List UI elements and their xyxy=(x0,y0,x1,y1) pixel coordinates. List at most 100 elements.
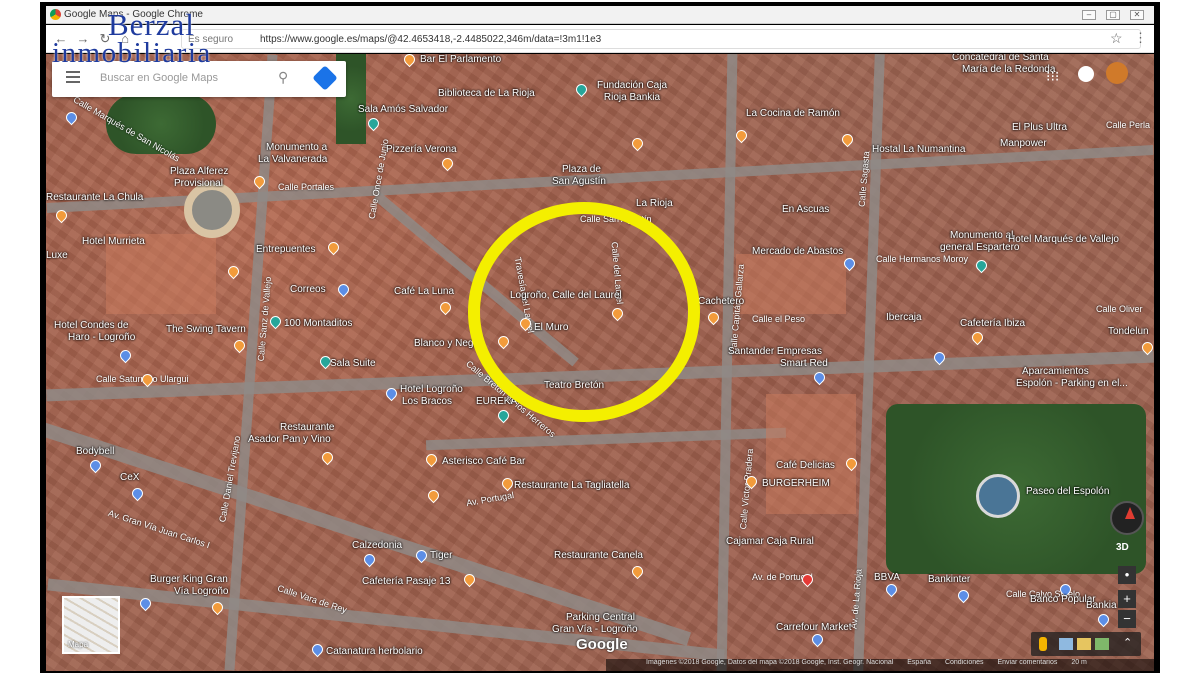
place-label[interactable]: Parking Central xyxy=(566,612,635,623)
layers-bar[interactable]: ⌃ xyxy=(1031,632,1141,656)
camera-icon[interactable] xyxy=(1078,66,1094,82)
place-pin-icon[interactable] xyxy=(319,449,336,466)
place-label[interactable]: Hotel Marqués de Vallejo xyxy=(1008,234,1119,245)
place-label[interactable]: Santander Empresas xyxy=(728,346,822,357)
place-label[interactable]: Hostal La Numantina xyxy=(872,144,965,155)
directions-icon[interactable] xyxy=(312,65,338,91)
place-pin-icon[interactable] xyxy=(267,313,284,330)
place-pin-icon[interactable] xyxy=(955,587,972,604)
place-label[interactable]: Hotel Murrieta xyxy=(82,236,145,247)
satellite-map[interactable]: Calle Marqués de San Nicolás Calle Porta… xyxy=(46,54,1154,671)
expand-icon[interactable]: ⌃ xyxy=(1123,636,1132,649)
place-pin-icon[interactable] xyxy=(425,487,442,504)
place-pin-icon[interactable] xyxy=(573,81,590,98)
place-pin-icon[interactable] xyxy=(705,309,722,326)
place-label[interactable]: Restaurante La Chula xyxy=(46,192,143,203)
place-label[interactable]: Cajamar Caja Rural xyxy=(726,536,814,547)
place-label[interactable]: Haro - Logroño xyxy=(68,332,135,343)
place-label[interactable]: Restaurante Canela xyxy=(554,550,643,561)
country-link[interactable]: España xyxy=(907,659,931,666)
place-label[interactable]: Cafetería Pasaje 13 xyxy=(362,576,450,587)
place-label[interactable]: Bankia xyxy=(1086,600,1117,611)
place-label[interactable]: Ibercaja xyxy=(886,312,922,323)
place-label[interactable]: Cachetero xyxy=(698,296,744,307)
place-pin-icon[interactable] xyxy=(361,551,378,568)
place-label[interactable]: Los Bracos xyxy=(402,396,452,407)
layer-thumb[interactable] xyxy=(1059,638,1073,650)
place-label[interactable]: Plaza Alferez xyxy=(170,166,228,177)
place-pin-icon[interactable] xyxy=(809,631,826,648)
place-label[interactable]: Catanatura herbolario xyxy=(326,646,423,657)
search-input[interactable]: Buscar en Google Maps xyxy=(100,72,218,84)
place-label[interactable]: Mercado de Abastos xyxy=(752,246,843,257)
place-label[interactable]: Pizzería Verona xyxy=(386,144,457,155)
place-pin-icon[interactable] xyxy=(437,299,454,316)
place-label[interactable]: Burger King Gran xyxy=(150,574,228,585)
pegman-icon[interactable] xyxy=(1039,637,1047,651)
place-label[interactable]: Café La Luna xyxy=(394,286,454,297)
place-label[interactable]: María de la Redonda xyxy=(962,64,1055,75)
place-label[interactable]: Plaza de xyxy=(562,164,601,175)
place-label[interactable]: Manpower xyxy=(1000,138,1047,149)
layer-thumb[interactable] xyxy=(1095,638,1109,650)
place-label[interactable]: Luxe xyxy=(46,250,68,261)
place-label[interactable]: BBVA xyxy=(874,572,900,583)
place-label[interactable]: Bodybell xyxy=(76,446,114,457)
place-pin-icon[interactable] xyxy=(629,563,646,580)
place-pin-icon[interactable] xyxy=(335,281,352,298)
place-label[interactable]: Provisional xyxy=(174,178,223,189)
place-pin-icon[interactable] xyxy=(969,329,986,346)
avatar[interactable] xyxy=(1106,62,1128,84)
close-button[interactable]: ✕ xyxy=(1130,10,1144,20)
place-label[interactable]: Hotel Condes de xyxy=(54,320,129,331)
place-label[interactable]: Espolón - Parking en el... xyxy=(1016,378,1128,389)
place-pin-icon[interactable] xyxy=(225,263,242,280)
place-label[interactable]: Cafetería Ibiza xyxy=(960,318,1025,329)
tilt-3d-button[interactable]: 3D xyxy=(1116,542,1129,553)
place-label[interactable]: The Swing Tavern xyxy=(166,324,246,335)
place-label[interactable]: Paseo del Espolón xyxy=(1026,486,1109,497)
place-label[interactable]: Sala Amós Salvador xyxy=(358,104,448,115)
place-label[interactable]: Fundación Caja Rioja Bankia xyxy=(592,80,672,104)
place-label[interactable]: La Cocina de Ramón xyxy=(746,108,840,119)
zoom-out-button[interactable]: − xyxy=(1118,610,1136,628)
place-pin-icon[interactable] xyxy=(117,347,134,364)
map-type-toggle[interactable]: Mapa xyxy=(62,596,120,654)
place-label[interactable]: BURGERHEIM xyxy=(762,478,830,489)
place-label[interactable]: Asterisco Café Bar xyxy=(442,456,525,467)
place-label[interactable]: Café Delicias xyxy=(776,460,835,471)
place-label[interactable]: Biblioteca de La Rioja xyxy=(438,88,535,99)
place-label[interactable]: Carrefour Market xyxy=(776,622,852,633)
place-pin-icon[interactable] xyxy=(365,115,382,132)
place-label[interactable]: CeX xyxy=(120,472,139,483)
place-pin-icon[interactable] xyxy=(439,155,456,172)
place-label[interactable]: La Rioja xyxy=(636,198,673,209)
address-bar[interactable]: Es seguro https://www.google.es/maps/@42… xyxy=(181,29,1141,49)
place-pin-icon[interactable] xyxy=(129,485,146,502)
place-pin-icon[interactable] xyxy=(973,257,990,274)
place-label[interactable]: Calzedonia xyxy=(352,540,402,551)
place-label[interactable]: Correos xyxy=(290,284,326,295)
scale-bar[interactable]: 20 m xyxy=(1071,659,1087,666)
place-pin-icon[interactable] xyxy=(423,451,440,468)
place-label[interactable]: Asador Pan y Vino xyxy=(248,434,331,445)
place-label[interactable]: Hotel Logroño xyxy=(400,384,463,395)
place-label[interactable]: San Agustín xyxy=(552,176,606,187)
compass-icon[interactable] xyxy=(1110,501,1144,535)
place-pin-icon[interactable] xyxy=(231,337,248,354)
zoom-in-button[interactable]: + xyxy=(1118,590,1136,608)
place-label[interactable]: Concatedral de Santa xyxy=(952,54,1049,63)
place-pin-icon[interactable] xyxy=(1095,611,1112,628)
bookmark-star-icon[interactable]: ☆ xyxy=(1110,30,1123,47)
place-label[interactable]: Smart Red xyxy=(780,358,828,369)
place-label[interactable]: Restaurante xyxy=(280,422,334,433)
place-label[interactable]: Bankinter xyxy=(928,574,970,585)
place-label[interactable]: 100 Montaditos xyxy=(284,318,352,329)
place-label[interactable]: Bar El Parlamento xyxy=(420,54,501,65)
place-pin-icon[interactable] xyxy=(495,407,512,424)
layer-thumb[interactable] xyxy=(1077,638,1091,650)
place-label[interactable]: Tiger xyxy=(430,550,452,561)
apps-grid-icon[interactable]: ⁝⁝⁝ xyxy=(1046,68,1059,85)
place-label[interactable]: Aparcamientos xyxy=(1022,366,1089,377)
location-icon[interactable]: • xyxy=(1118,566,1136,584)
